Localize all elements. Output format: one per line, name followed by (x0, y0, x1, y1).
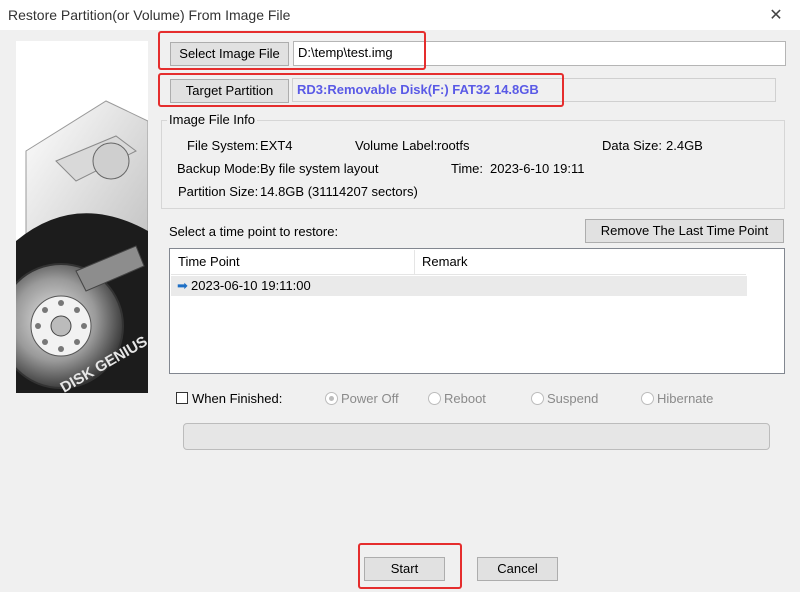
disk-genius-logo-image: DISK GENIUS (16, 41, 148, 393)
highlight-start-button (358, 543, 462, 589)
suspend-label: Suspend (547, 391, 599, 406)
list-header: Time Point Remark (171, 250, 746, 275)
reboot-label: Reboot (444, 391, 486, 406)
volume-label-value: rootfs (437, 138, 470, 153)
time-value: 2023-6-10 19:11 (490, 161, 585, 176)
data-size-value: 2.4GB (666, 138, 703, 153)
data-size-label: Data Size: (602, 138, 662, 153)
column-header-time-point[interactable]: Time Point (171, 250, 415, 274)
list-item[interactable]: ➡ 2023-06-10 19:11:00 (171, 276, 747, 296)
image-file-info-title: Image File Info (167, 112, 257, 127)
progress-bar (183, 423, 770, 450)
file-system-label: File System: (187, 138, 259, 153)
column-header-remark[interactable]: Remark (415, 250, 752, 274)
arrow-right-icon: ➡ (177, 278, 188, 293)
hibernate-label: Hibernate (657, 391, 714, 406)
highlight-target-partition (158, 73, 564, 107)
hibernate-radio[interactable] (641, 392, 654, 405)
partition-size-value: 14.8GB (31114207 sectors) (260, 184, 418, 199)
power-off-radio[interactable] (325, 392, 338, 405)
restore-partition-dialog: Restore Partition(or Volume) From Image … (0, 0, 800, 598)
hard-disk-illustration: DISK GENIUS (16, 100, 148, 393)
dialog-title: Restore Partition(or Volume) From Image … (8, 7, 291, 23)
backup-mode-value: By file system layout (260, 161, 379, 176)
power-off-label: Power Off (341, 391, 399, 406)
suspend-radio[interactable] (531, 392, 544, 405)
select-time-point-label: Select a time point to restore: (169, 224, 339, 239)
remove-last-time-point-button[interactable]: Remove The Last Time Point (585, 219, 784, 243)
file-system-value: EXT4 (260, 138, 293, 153)
time-point-list[interactable]: Time Point Remark ➡ 2023-06-10 19:11:00 (169, 248, 785, 374)
reboot-radio[interactable] (428, 392, 441, 405)
when-finished-checkbox[interactable] (176, 392, 188, 404)
title-bar: Restore Partition(or Volume) From Image … (0, 0, 800, 30)
partition-size-label: Partition Size: (178, 184, 259, 199)
backup-mode-label: Backup Mode: (177, 161, 261, 176)
close-icon[interactable]: ✕ (766, 5, 786, 25)
time-point-value: 2023-06-10 19:11:00 (191, 278, 311, 293)
volume-label-label: Volume Label: (355, 138, 438, 153)
highlight-select-image (158, 31, 426, 70)
time-label: Time: (451, 161, 484, 176)
when-finished-label: When Finished: (192, 391, 283, 406)
bottom-edge (0, 592, 800, 598)
cancel-button[interactable]: Cancel (477, 557, 558, 581)
